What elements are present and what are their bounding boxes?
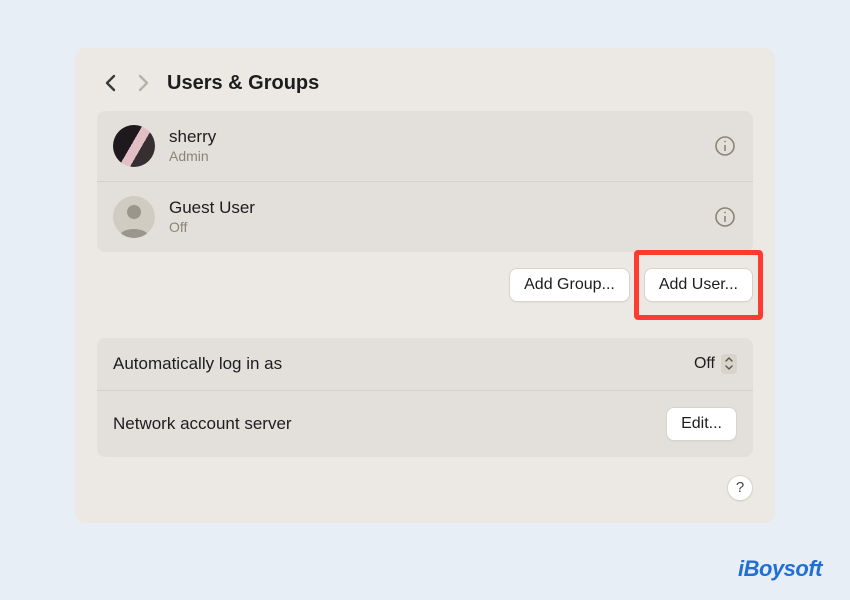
select-value: Off bbox=[694, 355, 715, 373]
edit-button[interactable]: Edit... bbox=[666, 407, 737, 441]
network-server-row: Network account server Edit... bbox=[97, 390, 753, 457]
avatar bbox=[113, 125, 155, 167]
header: Users & Groups bbox=[97, 66, 753, 111]
setting-label: Network account server bbox=[113, 414, 292, 434]
user-name: Guest User bbox=[169, 198, 699, 218]
add-user-button[interactable]: Add User... bbox=[644, 268, 753, 302]
avatar bbox=[113, 196, 155, 238]
page-title: Users & Groups bbox=[167, 72, 319, 95]
info-icon[interactable] bbox=[713, 205, 737, 229]
user-row[interactable]: sherry Admin bbox=[97, 111, 753, 181]
auto-login-row: Automatically log in as Off bbox=[97, 338, 753, 390]
add-group-button[interactable]: Add Group... bbox=[509, 268, 630, 302]
back-button[interactable] bbox=[101, 73, 121, 93]
user-name: sherry bbox=[169, 127, 699, 147]
help-row: ? bbox=[97, 457, 753, 501]
forward-button[interactable] bbox=[133, 73, 153, 93]
auto-login-select[interactable]: Off bbox=[694, 354, 737, 374]
help-button[interactable]: ? bbox=[727, 475, 753, 501]
user-row[interactable]: Guest User Off bbox=[97, 181, 753, 252]
action-buttons: Add Group... Add User... bbox=[97, 252, 753, 310]
user-text: Guest User Off bbox=[169, 198, 699, 235]
nav-arrows bbox=[101, 73, 153, 93]
user-role: Admin bbox=[169, 148, 699, 164]
users-list: sherry Admin Guest User Off bbox=[97, 111, 753, 252]
settings-list: Automatically log in as Off Network acco… bbox=[97, 338, 753, 457]
user-text: sherry Admin bbox=[169, 127, 699, 164]
users-groups-panel: Users & Groups sherry Admin Guest User O… bbox=[75, 48, 775, 523]
info-icon[interactable] bbox=[713, 134, 737, 158]
user-role: Off bbox=[169, 219, 699, 235]
setting-label: Automatically log in as bbox=[113, 354, 282, 374]
chevron-up-down-icon bbox=[721, 354, 737, 374]
watermark: iBoysoft bbox=[738, 556, 822, 582]
